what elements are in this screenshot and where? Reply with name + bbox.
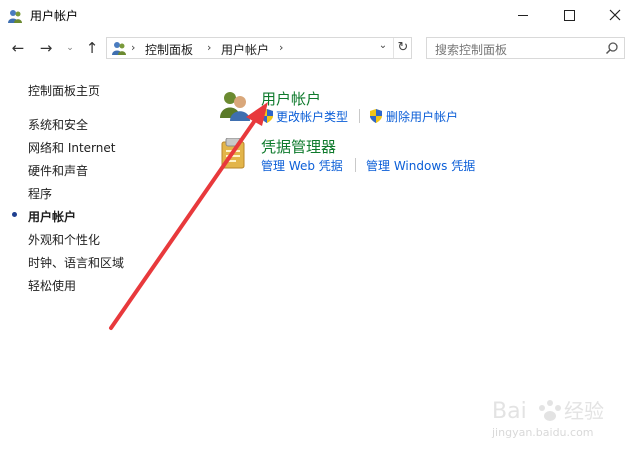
svg-text:Bai: Bai bbox=[492, 399, 527, 424]
svg-text:经验: 经验 bbox=[564, 399, 604, 423]
watermark-url: jingyan.baidu.com bbox=[492, 426, 594, 439]
